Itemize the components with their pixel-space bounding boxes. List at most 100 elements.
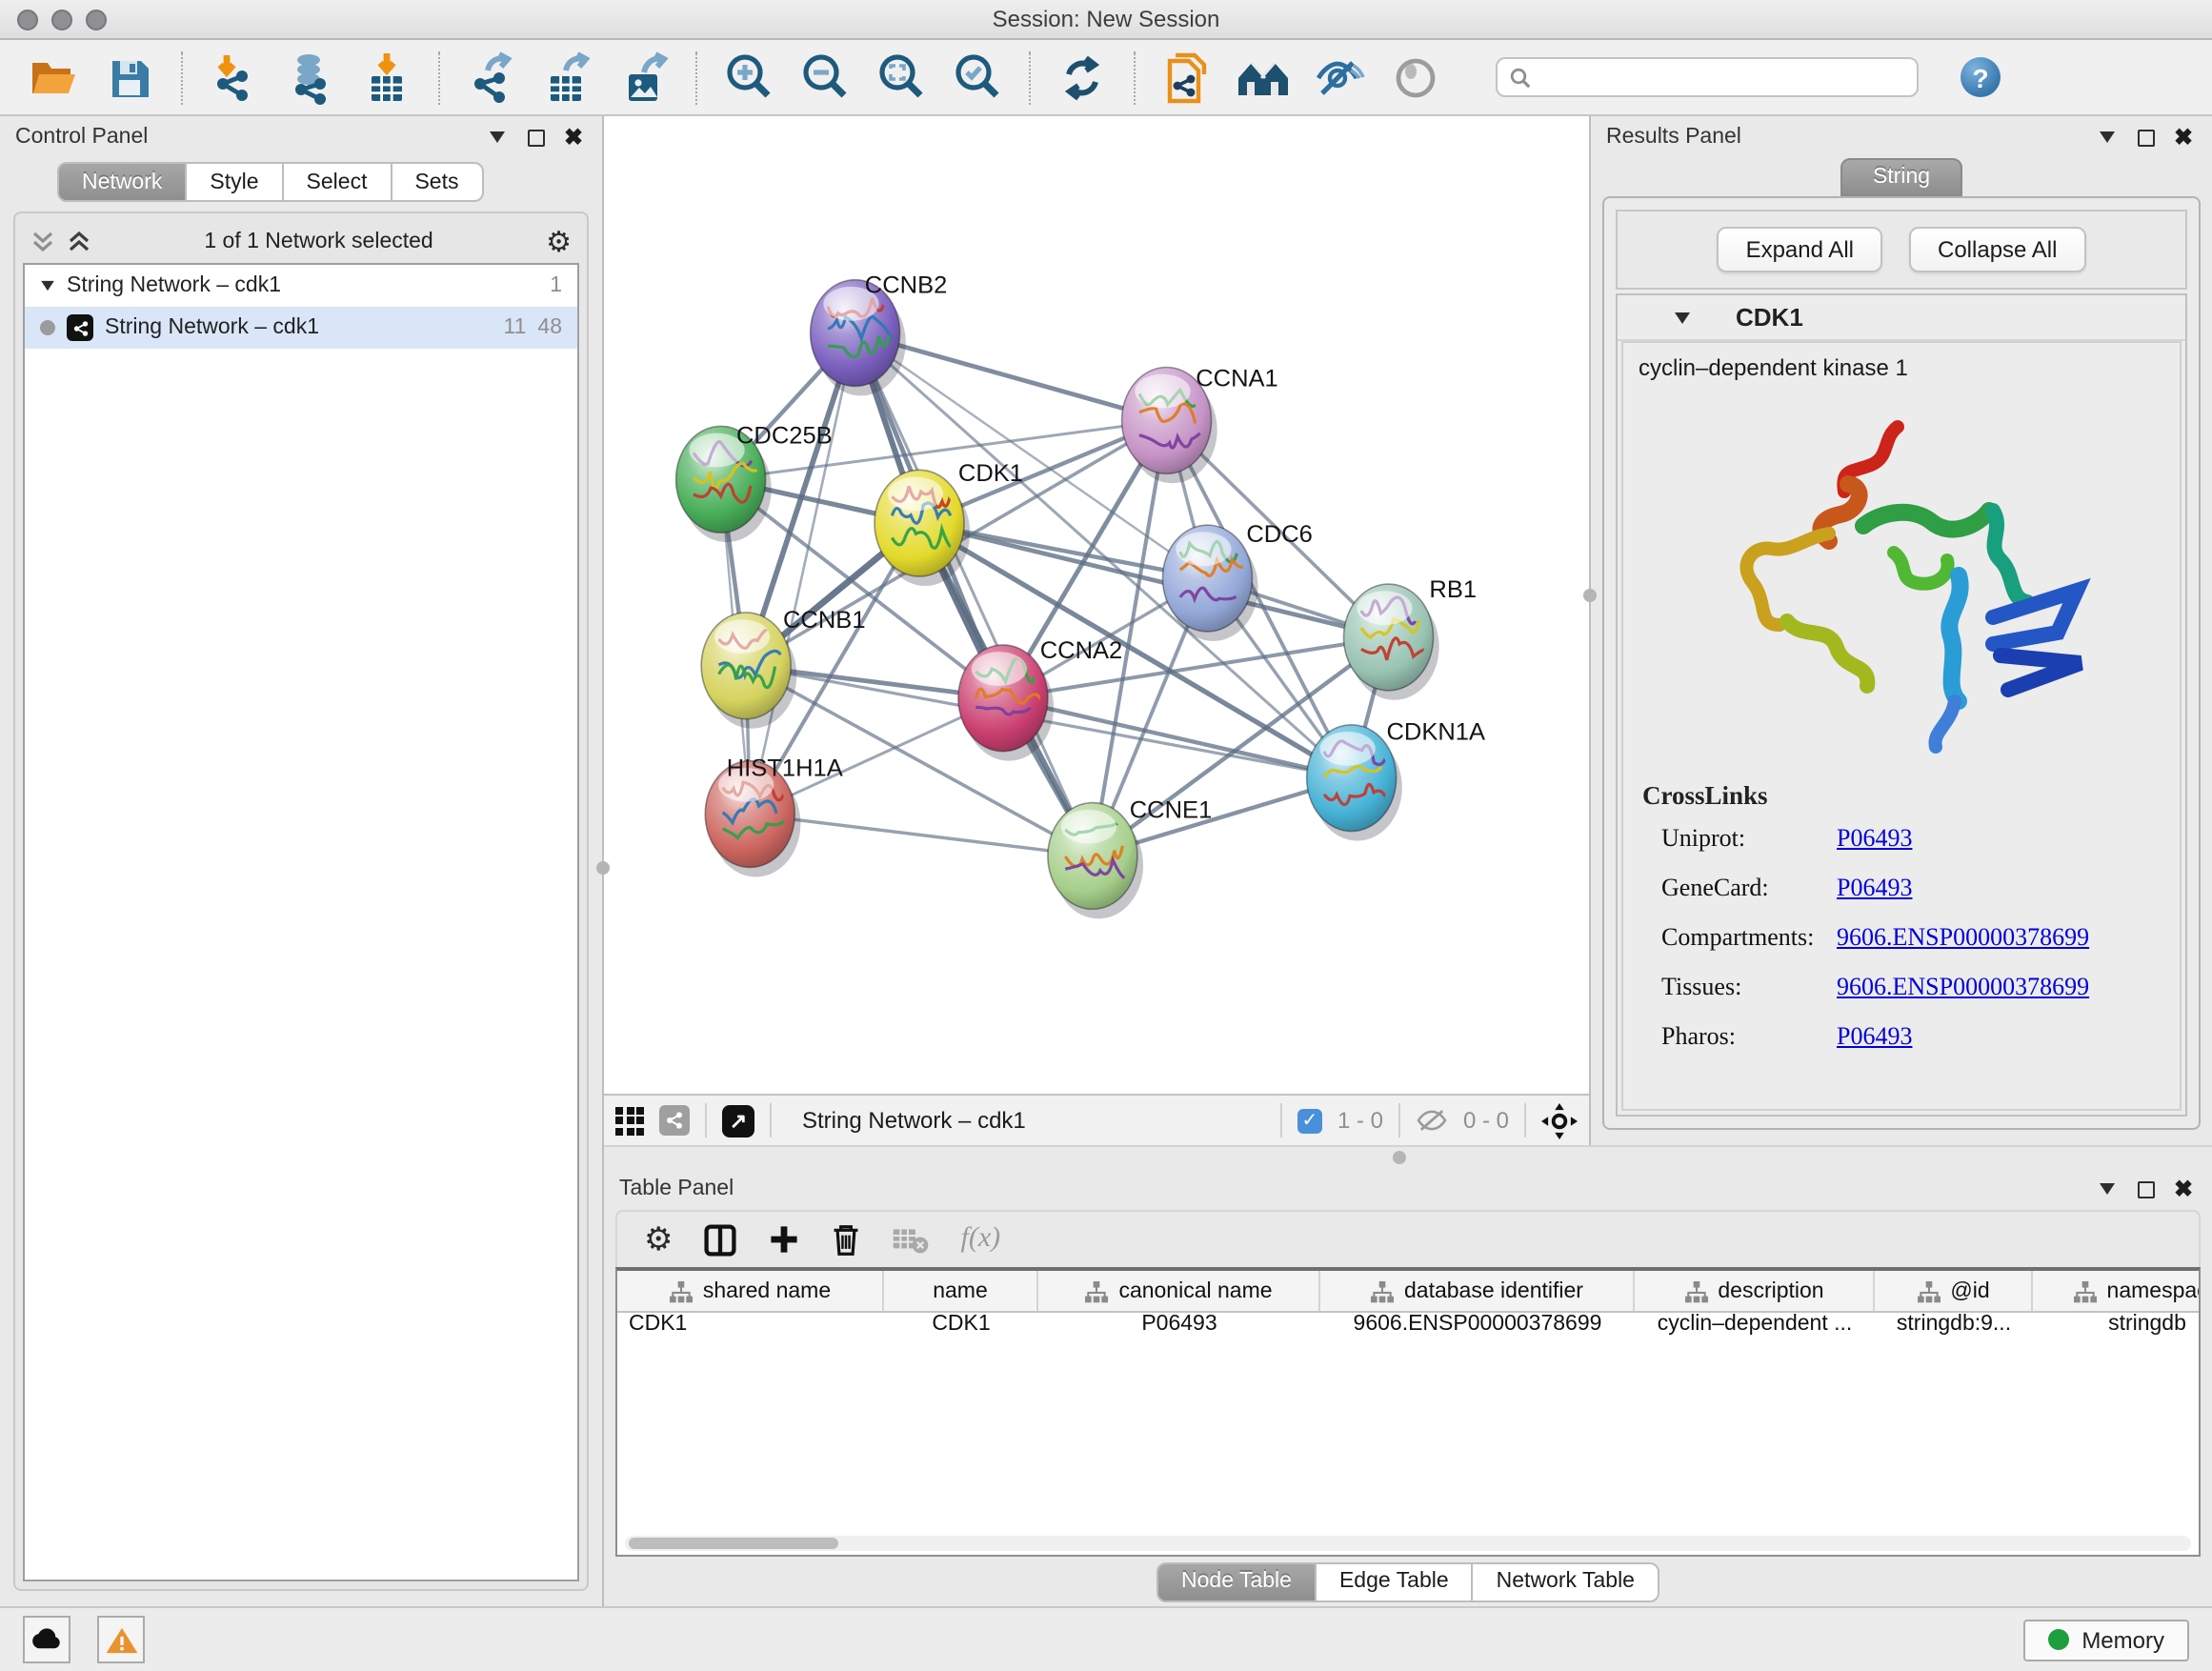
network-node-ccna2[interactable]: CCNA2 xyxy=(958,637,1122,761)
panel-float-icon[interactable] xyxy=(2132,124,2159,151)
network-node-ccnb1[interactable]: CCNB1 xyxy=(701,607,865,729)
panel-close-icon[interactable]: ✖ xyxy=(2170,124,2197,151)
string-import-icon[interactable] xyxy=(1149,45,1225,110)
column-header-namespace[interactable]: namespace xyxy=(2033,1271,2201,1311)
column-type-icon xyxy=(2073,1279,2098,1302)
panel-menu-icon[interactable] xyxy=(2094,1176,2121,1202)
column-type-icon xyxy=(1084,1279,1109,1302)
network-node-count: 11 xyxy=(504,316,527,339)
network-options-gear-icon[interactable]: ⚙ xyxy=(546,228,572,256)
network-overview-icon[interactable] xyxy=(659,1105,690,1136)
refresh-icon[interactable] xyxy=(1044,45,1120,110)
search-input[interactable] xyxy=(1496,57,1919,97)
table-row[interactable]: CDK1CDK1P064939606.ENSP00000378699cyclin… xyxy=(617,1313,2199,1336)
show-graphics-details-icon[interactable] xyxy=(1377,45,1454,110)
control-panel-tabs: Network Style Select Sets xyxy=(0,162,602,202)
column-header--id[interactable]: @id xyxy=(1875,1271,2033,1311)
table-horizontal-scrollbar[interactable] xyxy=(625,1536,2191,1551)
network-canvas[interactable]: CCNB2CCNA1CDC25BCDK1CDC6RB1CCNB1CCNA2CDK… xyxy=(604,116,1589,1094)
crosslink-link[interactable]: 9606.ENSP00000378699 xyxy=(1837,972,2089,1002)
collapse-all-networks-icon[interactable] xyxy=(67,231,91,253)
tab-network-table[interactable]: Network Table xyxy=(1474,1561,1659,1601)
crosslink-link[interactable]: 9606.ENSP00000378699 xyxy=(1837,922,2089,953)
node-label: CDK1 xyxy=(958,461,1023,488)
zoom-in-icon[interactable] xyxy=(711,45,787,110)
network-node-ccnb2[interactable]: CCNB2 xyxy=(811,272,948,396)
network-type-icon xyxy=(67,314,93,341)
selected-nodes-checkbox-icon[interactable]: ✓ xyxy=(1297,1108,1322,1133)
import-table-icon[interactable] xyxy=(349,45,425,110)
network-node-ccna1[interactable]: CCNA1 xyxy=(1122,366,1278,484)
warning-notifications-button[interactable] xyxy=(97,1616,145,1663)
collection-collapse-icon[interactable] xyxy=(41,281,54,291)
delete-column-icon[interactable] xyxy=(832,1222,862,1257)
network-node-cdk1[interactable]: CDK1 xyxy=(875,461,1023,587)
export-image-icon[interactable] xyxy=(606,45,682,110)
panel-close-icon[interactable]: ✖ xyxy=(560,124,587,151)
zoom-selected-icon[interactable] xyxy=(939,45,1016,110)
tab-node-table[interactable]: Node Table xyxy=(1156,1561,1317,1601)
table-cell: 9606.ENSP00000378699 xyxy=(1320,1313,1635,1336)
network-list: String Network – cdk1 1 String Network –… xyxy=(23,263,579,1581)
crosslink-label: Compartments: xyxy=(1661,922,1837,953)
show-columns-icon[interactable] xyxy=(704,1222,738,1257)
tab-style[interactable]: Style xyxy=(187,162,283,202)
column-header-description[interactable]: description xyxy=(1635,1271,1875,1311)
import-network-database-icon[interactable] xyxy=(272,45,349,110)
panel-close-icon[interactable]: ✖ xyxy=(2170,1176,2197,1202)
crosslink-link[interactable]: P06493 xyxy=(1837,1021,1912,1052)
tab-sets[interactable]: Sets xyxy=(392,162,483,202)
network-node-hist1h1a[interactable]: HIST1H1A xyxy=(705,755,843,877)
string-home-icon[interactable] xyxy=(1225,45,1301,110)
panel-menu-icon[interactable] xyxy=(2094,124,2121,151)
cloud-service-button[interactable] xyxy=(23,1616,70,1663)
zoom-fit-icon[interactable] xyxy=(863,45,939,110)
expand-all-networks-icon[interactable] xyxy=(30,231,55,253)
network-collection-row[interactable]: String Network – cdk1 1 xyxy=(25,265,577,307)
gene-collapse-icon[interactable] xyxy=(1675,312,1690,323)
column-header-shared-name[interactable]: shared name xyxy=(617,1271,884,1311)
network-selection-status: 1 of 1 Network selected xyxy=(103,231,534,253)
memory-button[interactable]: Memory xyxy=(2022,1619,2189,1661)
toolbar-separator xyxy=(1029,50,1031,104)
tab-network[interactable]: Network xyxy=(57,162,187,202)
help-button[interactable]: ? xyxy=(1961,57,2001,97)
column-header-database-identifier[interactable]: database identifier xyxy=(1320,1271,1635,1311)
results-panel-title: Results Panel xyxy=(1606,126,1741,149)
open-session-icon[interactable] xyxy=(15,45,91,110)
column-type-icon xyxy=(1370,1279,1395,1302)
horizontal-splitter[interactable] xyxy=(604,1145,2212,1168)
pan-move-icon[interactable] xyxy=(1541,1102,1578,1138)
network-node-ccne1[interactable]: CCNE1 xyxy=(1048,797,1212,919)
expand-all-button[interactable]: Expand All xyxy=(1718,227,1882,272)
zoom-out-icon[interactable] xyxy=(787,45,863,110)
add-column-icon[interactable] xyxy=(769,1223,801,1256)
column-header-name[interactable]: name xyxy=(884,1271,1038,1311)
enhanced-graphics-eye-icon[interactable] xyxy=(1301,45,1377,110)
network-node-rb1[interactable]: RB1 xyxy=(1344,576,1478,700)
crosslink-label: Uniprot: xyxy=(1661,823,1837,854)
grid-view-icon[interactable] xyxy=(615,1106,644,1135)
tab-string[interactable]: String xyxy=(1840,158,1962,196)
vertical-splitter-handle[interactable] xyxy=(596,861,610,875)
crosslink-link[interactable]: P06493 xyxy=(1837,823,1912,854)
table-options-gear-icon[interactable]: ⚙ xyxy=(644,1223,674,1256)
network-edge xyxy=(1003,698,1352,778)
import-network-file-icon[interactable] xyxy=(196,45,272,110)
tab-select[interactable]: Select xyxy=(284,162,392,202)
panel-float-icon[interactable] xyxy=(522,124,549,151)
network-node-cdkn1a[interactable]: CDKN1A xyxy=(1307,719,1486,841)
birds-eye-view-icon[interactable]: ↗ xyxy=(722,1104,754,1137)
panel-menu-icon[interactable] xyxy=(484,124,511,151)
export-network-icon[interactable] xyxy=(453,45,530,110)
column-header-canonical-name[interactable]: canonical name xyxy=(1038,1271,1320,1311)
collapse-all-button[interactable]: Collapse All xyxy=(1909,227,2085,272)
save-session-icon[interactable] xyxy=(91,45,168,110)
panel-float-icon[interactable] xyxy=(2132,1176,2159,1202)
selected-counts: 1 - 0 xyxy=(1337,1107,1383,1134)
export-table-icon[interactable] xyxy=(530,45,606,110)
crosslink-link[interactable]: P06493 xyxy=(1837,873,1912,903)
network-node-cdc6[interactable]: CDC6 xyxy=(1162,521,1312,641)
tab-edge-table[interactable]: Edge Table xyxy=(1317,1561,1474,1601)
network-row[interactable]: String Network – cdk1 11 48 xyxy=(25,307,577,349)
